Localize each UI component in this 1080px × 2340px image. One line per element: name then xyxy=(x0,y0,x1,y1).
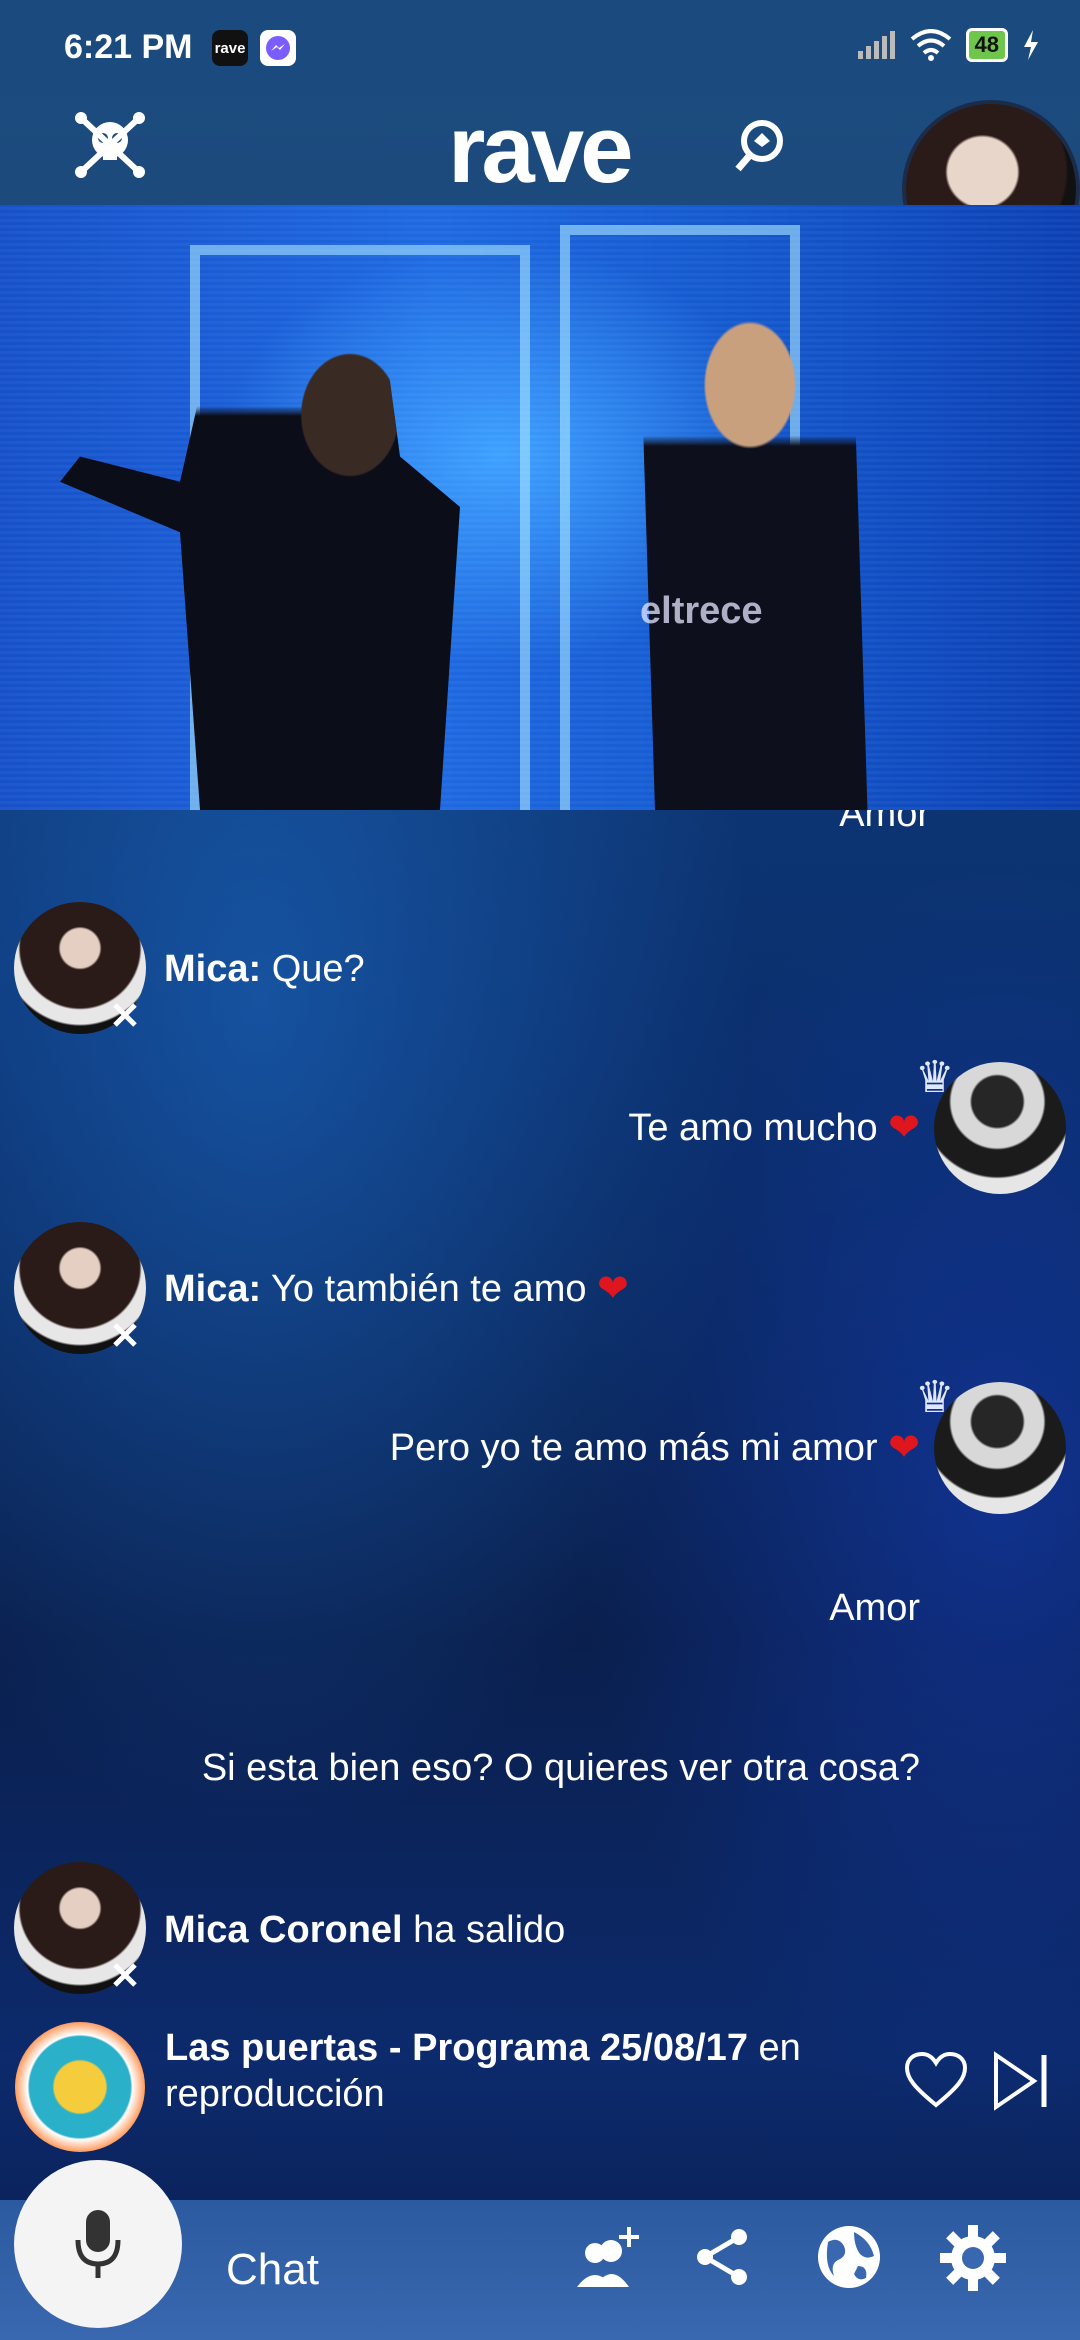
messenger-notification-icon xyxy=(260,30,296,66)
status-bar: 6:21 PM rave 48 xyxy=(0,0,1080,95)
skull-icon[interactable] xyxy=(70,105,150,185)
heart-emoji-icon: ❤ xyxy=(888,1107,920,1149)
message-text: Que? xyxy=(271,948,365,990)
avatar[interactable] xyxy=(934,1382,1066,1514)
message-sender: Mica Coronel xyxy=(164,1909,403,1951)
message-text: Amor xyxy=(839,810,930,835)
microphone-button[interactable] xyxy=(14,2160,182,2328)
heart-emoji-icon: ❤ xyxy=(597,1268,629,1310)
host-badge-icon xyxy=(113,1963,137,1987)
search-icon[interactable] xyxy=(725,110,795,180)
host-badge-icon xyxy=(113,1003,137,1027)
now-playing-bar: Las puertas - Programa 25/08/17 en repro… xyxy=(0,2015,1080,2152)
channel-watermark: eltrece xyxy=(640,590,763,632)
wifi-icon xyxy=(910,29,951,61)
microphone-icon xyxy=(75,2210,121,2278)
host-badge-icon xyxy=(113,1323,137,1347)
rave-logo: rave xyxy=(448,96,634,203)
now-playing-title: Las puertas - Programa 25/08/17 xyxy=(165,2027,748,2069)
message-sender: Mica: xyxy=(164,948,262,990)
avatar[interactable] xyxy=(934,1062,1066,1194)
chat-message: Amor xyxy=(0,810,1080,840)
now-playing-thumbnail[interactable] xyxy=(15,2022,145,2152)
message-text: Yo también te amo xyxy=(271,1268,587,1310)
heart-icon[interactable] xyxy=(902,2050,970,2110)
skip-next-icon[interactable] xyxy=(990,2050,1054,2112)
rave-notification-icon: rave xyxy=(212,30,248,66)
message-text: Pero yo te amo más mi amor xyxy=(389,1427,878,1469)
message-text: Amor xyxy=(829,1587,920,1629)
status-time: 6:21 PM xyxy=(64,28,193,66)
charging-icon xyxy=(1024,30,1038,60)
chat-input-label[interactable]: Chat xyxy=(226,2245,319,2295)
status-icons: 48 xyxy=(856,28,1040,62)
message-text: Te amo mucho xyxy=(628,1107,878,1149)
signal-icon xyxy=(857,31,895,59)
message-sender: Mica: xyxy=(164,1268,262,1310)
globe-icon[interactable] xyxy=(812,2220,886,2294)
message-text: ha salido xyxy=(413,1909,566,1951)
video-performer xyxy=(642,275,868,810)
share-icon[interactable] xyxy=(688,2222,758,2292)
video-player[interactable]: eltrece xyxy=(0,205,1080,810)
message-text: Si esta bien eso? O quieres ver otra cos… xyxy=(201,1747,920,1789)
heart-emoji-icon: ❤ xyxy=(888,1427,920,1469)
settings-gear-icon[interactable] xyxy=(935,2220,1011,2296)
add-friend-icon[interactable] xyxy=(570,2220,646,2296)
now-playing-text: Las puertas - Programa 25/08/17 en repro… xyxy=(165,2025,885,2117)
battery-indicator: 48 xyxy=(965,28,1008,62)
